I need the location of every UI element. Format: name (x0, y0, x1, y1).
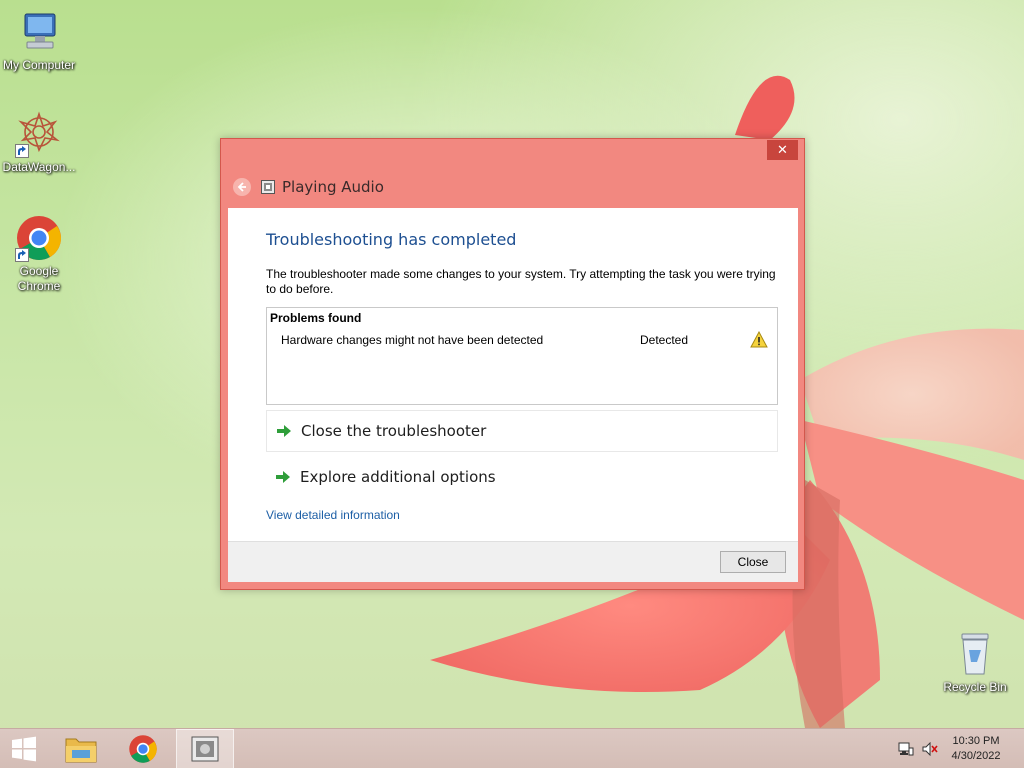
dialog-footer: Close (228, 541, 798, 582)
green-arrow-icon (277, 425, 291, 437)
troubleshooter-icon (261, 180, 275, 194)
start-button[interactable] (0, 729, 48, 768)
windows-logo-icon (12, 736, 36, 762)
explore-options-label: Explore additional options (300, 468, 496, 486)
troubleshooter-icon (191, 736, 219, 762)
back-button[interactable] (233, 178, 251, 196)
close-troubleshooter-option[interactable]: Close the troubleshooter (266, 410, 778, 452)
desktop-icon-my-computer[interactable]: My Computer (0, 8, 78, 73)
desktop-icon-label: Recycle Bin (943, 680, 1007, 694)
desktop-icon-label: DataWagon... (2, 160, 76, 174)
warning-icon (750, 331, 768, 348)
problem-row: Hardware changes might not have been det… (281, 331, 771, 349)
desktop-icon-recycle-bin[interactable]: Recycle Bin (936, 630, 1014, 695)
chrome-icon (15, 214, 63, 262)
green-arrow-icon (276, 471, 290, 483)
dialog-title: Playing Audio (282, 178, 384, 196)
taskbar-troubleshooter[interactable] (176, 729, 234, 768)
desktop-icon-label: My Computer (2, 58, 76, 72)
clock-time: 10:30 PM (952, 735, 1000, 747)
recycle-bin-icon (951, 630, 999, 678)
shortcut-arrow-icon (15, 144, 29, 158)
problem-status: Detected (640, 333, 689, 347)
folder-icon (65, 738, 97, 763)
desktop-icon-label: Google Chrome (17, 264, 61, 293)
view-detailed-information-link[interactable]: View detailed information (266, 508, 400, 522)
dialog-title-bar: Playing Audio (233, 177, 384, 197)
clock-date: 4/30/2022 (951, 750, 1001, 762)
computer-icon (15, 8, 63, 56)
dialog-content: Troubleshooting has completed The troubl… (228, 208, 798, 541)
taskbar-clock[interactable]: 10:30 PM 4/30/2022 (946, 734, 1006, 764)
explore-options-option[interactable]: Explore additional options (266, 456, 778, 498)
window-close-button[interactable]: ✕ (767, 140, 798, 160)
volume-muted-icon (922, 742, 938, 756)
datawagon-icon (15, 110, 63, 158)
taskbar-chrome[interactable] (120, 729, 166, 768)
close-troubleshooter-label: Close the troubleshooter (301, 422, 487, 440)
shortcut-arrow-icon (15, 248, 29, 262)
problem-name: Hardware changes might not have been det… (281, 333, 544, 347)
page-heading: Troubleshooting has completed (266, 230, 517, 249)
taskbar-file-explorer[interactable] (58, 729, 104, 768)
desktop-icon-google-chrome[interactable]: Google Chrome (0, 214, 78, 294)
back-arrow-icon (237, 182, 246, 192)
chrome-icon (129, 735, 157, 763)
taskbar: 10:30 PM 4/30/2022 (0, 728, 1024, 768)
description-text: The troubleshooter made some changes to … (266, 267, 776, 296)
network-icon (898, 742, 914, 756)
desktop-icon-datawagon[interactable]: DataWagon... (0, 110, 78, 175)
troubleshooter-dialog: ✕ Playing Audio Troubleshooting has comp… (220, 138, 805, 590)
network-tray-icon[interactable] (896, 729, 916, 768)
problems-found-header: Problems found (270, 311, 362, 325)
close-button[interactable]: Close (720, 551, 786, 573)
volume-tray-icon[interactable] (920, 729, 940, 768)
problems-found-list: Problems found Hardware changes might no… (266, 307, 778, 405)
